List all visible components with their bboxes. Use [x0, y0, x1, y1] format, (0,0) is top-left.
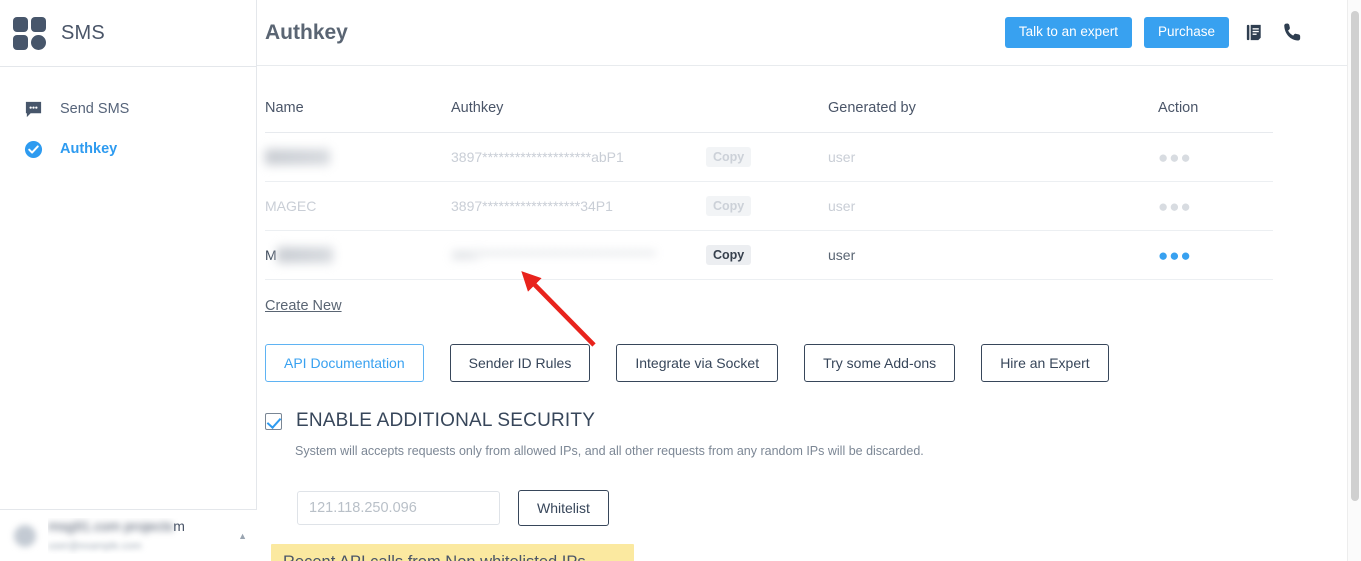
cell-copy: Copy: [706, 132, 828, 182]
copy-button[interactable]: Copy: [706, 245, 752, 265]
cell-generated-by: user: [828, 181, 1158, 231]
cell-generated-by: user: [828, 132, 1158, 182]
authkey-table: Name Authkey Generated by Action XXXXXXX…: [265, 100, 1273, 280]
name-redacted: XXXXXX: [276, 247, 333, 263]
cell-action: ●●●: [1158, 132, 1273, 182]
ip-address-input[interactable]: [297, 491, 500, 525]
cell-authkey: 3897******************************: [451, 230, 706, 280]
brand-name: SMS: [61, 21, 105, 44]
cell-name: MAGEC: [265, 181, 451, 231]
cell-copy: Copy: [706, 230, 828, 280]
grid-logo-icon: [13, 16, 46, 50]
copy-button[interactable]: Copy: [706, 147, 752, 167]
authkey-value: 3897******************34P1: [451, 198, 613, 214]
account-switcher[interactable]: msg91.com projectsm user@example.com ▲: [0, 509, 257, 561]
integrate-via-socket-button[interactable]: Integrate via Socket: [616, 344, 779, 382]
sidebar-nav: Send SMS Authkey: [0, 67, 256, 169]
sidebar-item-authkey[interactable]: Authkey: [0, 129, 256, 169]
cell-name: MXXXXXX: [265, 230, 451, 280]
quick-links-row: API Documentation Sender ID Rules Integr…: [265, 344, 1305, 382]
cell-action: ●●●: [1158, 181, 1273, 231]
create-new-link[interactable]: Create New: [265, 298, 342, 314]
additional-security-section: ENABLE ADDITIONAL SECURITY System will a…: [265, 410, 1305, 561]
avatar: [14, 524, 36, 547]
authkey-redacted: 3897******************************: [451, 247, 656, 263]
sidebar-item-send-sms[interactable]: Send SMS: [0, 89, 256, 129]
cell-generated-by: user: [828, 230, 1158, 280]
ellipsis-icon[interactable]: ●●●: [1158, 197, 1192, 216]
copy-button[interactable]: Copy: [706, 196, 752, 216]
check-circle-icon: [22, 138, 44, 160]
cell-name: XXXXXXX: [265, 132, 451, 182]
invoice-document-icon[interactable]: [1241, 20, 1267, 46]
account-name: msg91.com projectsm: [48, 518, 185, 534]
top-bar: Authkey Talk to an expert Purchase: [257, 0, 1361, 66]
content-area: Name Authkey Generated by Action XXXXXXX…: [257, 66, 1361, 561]
authkey-page: SMS Send SMS Authkey msg91.com projectsm…: [0, 0, 1361, 561]
account-text: msg91.com projectsm user@example.com: [48, 518, 232, 554]
column-header-action: Action: [1158, 100, 1273, 133]
sidebar-item-label: Authkey: [60, 141, 118, 157]
api-documentation-button[interactable]: API Documentation: [265, 344, 424, 382]
main-panel: Authkey Talk to an expert Purchase Name …: [257, 0, 1361, 561]
column-header-authkey: Authkey: [451, 100, 828, 133]
whitelist-row: Whitelist: [297, 490, 1305, 526]
table-row: MXXXXXX 3897****************************…: [265, 230, 1273, 280]
top-bar-actions: Talk to an expert Purchase: [1004, 17, 1305, 48]
security-heading-row: ENABLE ADDITIONAL SECURITY: [265, 410, 1305, 432]
talk-to-an-expert-button[interactable]: Talk to an expert: [1004, 17, 1132, 48]
table-body: XXXXXXX 3897********************abP1 Cop…: [265, 132, 1273, 280]
ellipsis-icon[interactable]: ●●●: [1158, 148, 1192, 167]
ellipsis-icon[interactable]: ●●●: [1158, 246, 1192, 265]
table-row: MAGEC 3897******************34P1 Copy us…: [265, 181, 1273, 231]
table-head: Name Authkey Generated by Action: [265, 100, 1273, 133]
column-header-generated-by: Generated by: [828, 100, 1158, 133]
page-title: Authkey: [265, 20, 348, 44]
sidebar: SMS Send SMS Authkey msg91.com projectsm…: [0, 0, 257, 561]
vertical-scrollbar[interactable]: [1347, 0, 1361, 561]
enable-additional-security-checkbox[interactable]: [265, 412, 282, 430]
table-row: XXXXXXX 3897********************abP1 Cop…: [265, 132, 1273, 182]
cell-copy: Copy: [706, 181, 828, 231]
account-name-suffix: m: [173, 517, 185, 534]
security-title: ENABLE ADDITIONAL SECURITY: [296, 410, 596, 431]
try-some-add-ons-button[interactable]: Try some Add-ons: [804, 344, 956, 382]
table-header-row: Name Authkey Generated by Action: [265, 100, 1273, 133]
chevron-up-icon[interactable]: ▲: [238, 531, 247, 541]
cell-authkey: 3897******************34P1: [451, 181, 706, 231]
brand-header[interactable]: SMS: [0, 0, 256, 67]
whitelist-button[interactable]: Whitelist: [518, 490, 609, 526]
scrollbar-thumb[interactable]: [1351, 11, 1359, 501]
account-name-blurred: msg91.com projects: [48, 517, 174, 534]
cell-authkey: 3897********************abP1: [451, 132, 706, 182]
hire-an-expert-button[interactable]: Hire an Expert: [981, 344, 1109, 382]
column-header-name: Name: [265, 100, 451, 133]
chat-bubble-icon: [22, 98, 44, 120]
non-whitelisted-ip-banner: Recent API calls from Non whitelisted IP…: [271, 544, 634, 561]
security-description: System will accepts requests only from a…: [295, 444, 924, 458]
name-visible-prefix: M: [265, 247, 277, 263]
authkey-value: 3897********************abP1: [451, 149, 624, 165]
sender-id-rules-button[interactable]: Sender ID Rules: [449, 344, 591, 382]
account-subtitle: user@example.com: [48, 539, 142, 552]
name-redacted: XXXXXXX: [265, 149, 331, 165]
phone-handset-icon[interactable]: [1279, 20, 1305, 46]
cell-action: ●●●: [1158, 230, 1273, 280]
sidebar-item-label: Send SMS: [60, 101, 130, 117]
purchase-button[interactable]: Purchase: [1143, 17, 1229, 48]
